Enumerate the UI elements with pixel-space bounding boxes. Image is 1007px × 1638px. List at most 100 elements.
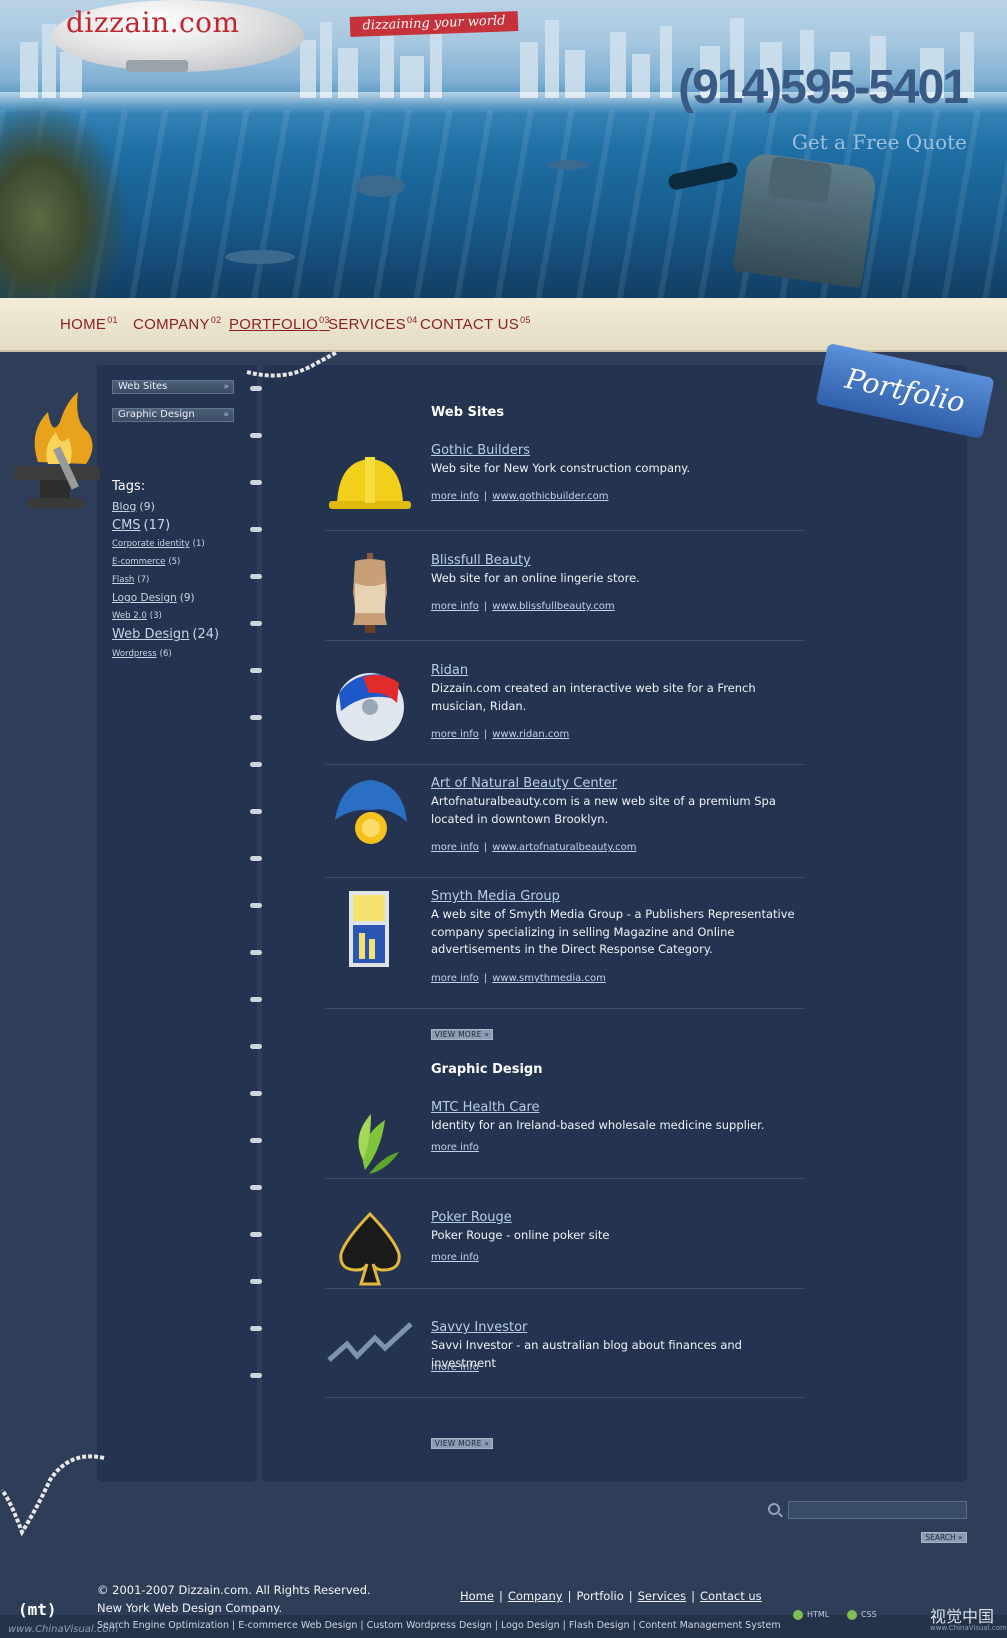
tag-item: Wordpress (6) [112,645,252,663]
item-links: more info [431,1362,479,1373]
item-title[interactable]: Gothic Builders [431,443,530,458]
site-logo[interactable]: dizzain.com [66,6,240,39]
more-info-link[interactable]: more info [431,1142,479,1153]
tag-web-design[interactable]: Web Design [112,627,189,642]
item-title[interactable]: Poker Rouge [431,1210,512,1225]
link-separator: | [483,973,488,984]
tag-cloud: Blog (9) CMS (17) Corporate identity (1) E-… [112,497,252,663]
more-info-link[interactable]: more info [431,729,479,740]
spine-ring [250,1373,262,1378]
tag-corporate-identity[interactable]: Corporate identity [112,539,190,549]
tag-item: CMS (17) [112,516,252,535]
nav-company-label: COMPANY [133,316,210,333]
footer-link-company[interactable]: Company [508,1589,563,1603]
divider [325,1008,805,1009]
item-links: more info [431,1142,479,1153]
more-info-link[interactable]: more info [431,601,479,612]
nav-services[interactable]: SERVICES04 [328,310,418,335]
search-button[interactable]: SEARCH » [921,1532,967,1543]
nav-contact-label: CONTACT US [420,316,520,333]
spa-icon [335,780,407,844]
item-title[interactable]: Blissfull Beauty [431,553,531,568]
footer-link-portfolio[interactable]: Portfolio [576,1589,623,1603]
site-url-link[interactable]: www.blissfullbeauty.com [492,601,614,612]
tag-item: Web 2.0 (3) [112,607,252,625]
link-separator: | [628,1589,633,1603]
item-description: Dizzain.com created an interactive web s… [431,681,756,713]
link-separator: | [483,491,488,502]
mt-logo[interactable]: (mt) [18,1600,57,1619]
badge-label: CSS [861,1610,877,1619]
nav-services-num: 04 [407,315,418,325]
item-title[interactable]: Savvy Investor [431,1320,527,1335]
more-info-link[interactable]: more info [431,1362,479,1373]
search-input[interactable] [788,1501,967,1519]
check-icon [847,1610,857,1620]
item-description: Savvi Investor - an australian blog abou… [431,1338,742,1370]
ship-cabin [767,156,833,204]
chart-arrow-icon [327,1322,413,1362]
nav-portfolio-label: PORTFOLIO [229,316,319,333]
more-info-link[interactable]: more info [431,1252,479,1263]
dolphin-icon [225,250,295,264]
site-url-link[interactable]: www.smythmedia.com [492,973,606,984]
footer-link-services[interactable]: Services [638,1589,687,1603]
item-links: more info | www.smythmedia.com [431,973,606,984]
tag-ecommerce[interactable]: E-commerce [112,557,165,567]
spine-ring [250,715,262,720]
badge-label: HTML [807,1610,830,1619]
item-title[interactable]: MTC Health Care [431,1100,540,1115]
hardhat-icon [329,457,411,509]
sidebar-item-web-sites[interactable]: Web Sites [112,380,234,394]
tag-count: (5) [168,557,181,567]
site-url-link[interactable]: www.artofnaturalbeauty.com [492,842,636,853]
spine-ring [250,1044,262,1049]
tag-flash[interactable]: Flash [112,575,134,585]
item-links: more info | www.artofnaturalbeauty.com [431,842,636,853]
footer-link-contact[interactable]: Contact us [700,1589,762,1603]
leaf-icon [358,1114,399,1174]
divider [325,1288,805,1289]
copyright: © 2001-2007 Dizzain.com. All Rights Rese… [97,1581,371,1617]
nav-home[interactable]: HOME01 [60,310,118,335]
tag-cms[interactable]: CMS [112,518,141,533]
item-title[interactable]: Ridan [431,663,468,678]
html-valid-badge[interactable]: HTML [793,1609,829,1621]
tag-wordpress[interactable]: Wordpress [112,649,157,659]
tag-item: Logo Design (9) [112,589,252,607]
view-more-graphic-button[interactable]: VIEW MORE » [431,1438,493,1449]
spine-ring [250,903,262,908]
search-icon [768,1503,780,1515]
view-more-websites-button[interactable]: VIEW MORE » [431,1029,493,1040]
item-links: more info | www.gothicbuilder.com [431,491,609,502]
tag-web20[interactable]: Web 2.0 [112,611,147,621]
footer-link-home[interactable]: Home [460,1589,494,1603]
more-info-link[interactable]: more info [431,842,479,853]
divider [325,1397,805,1398]
sidebar-item-graphic-design[interactable]: Graphic Design [112,408,234,422]
tag-logo-design[interactable]: Logo Design [112,592,177,604]
more-info-link[interactable]: more info [431,973,479,984]
item-title[interactable]: Art of Natural Beauty Center [431,776,617,791]
item-title[interactable]: Smyth Media Group [431,889,560,904]
tag-count: (7) [137,575,150,585]
site-url-link[interactable]: www.gothicbuilder.com [492,491,608,502]
spine-ring [250,1091,262,1096]
cd-icon [336,673,404,741]
tag-item: E-commerce (5) [112,553,252,571]
css-valid-badge[interactable]: CSS [847,1609,877,1621]
site-url-link[interactable]: www.ridan.com [492,729,569,740]
spine-ring [250,762,262,767]
more-info-link[interactable]: more info [431,491,479,502]
nav-company[interactable]: COMPANY02 [133,310,221,335]
tag-blog[interactable]: Blog [112,500,136,513]
watermark-right-small: www.ChinaVisual.com [930,1624,1007,1632]
tag-count: (17) [143,518,171,533]
free-quote-link[interactable]: Get a Free Quote [792,130,967,154]
divider [325,640,805,641]
nav-portfolio[interactable]: PORTFOLIO03 [229,310,330,335]
nav-contact[interactable]: CONTACT US05 [420,310,531,335]
section-title-web-sites: Web Sites [431,405,505,420]
main-nav: HOME01 COMPANY02 PORTFOLIO03 SERVICES04 … [0,298,1007,352]
turtle-icon [355,175,405,197]
